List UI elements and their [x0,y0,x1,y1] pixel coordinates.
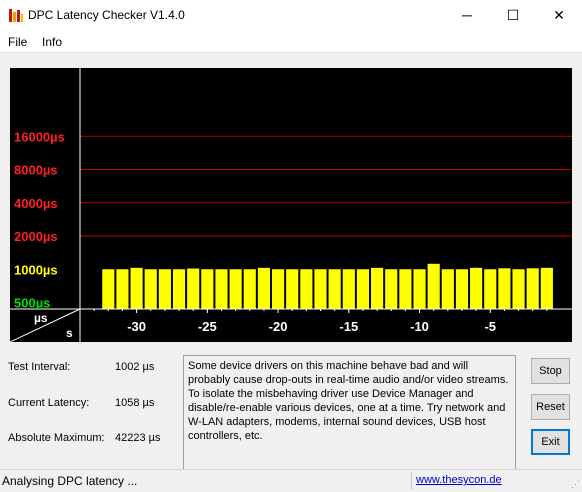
bar [158,269,171,309]
bar [470,267,483,309]
y-tick-label: 8000µs [14,163,58,178]
bar [257,267,270,309]
bar [215,269,228,309]
bar [413,269,426,309]
bar [526,268,539,309]
resize-grip-icon[interactable]: ⋰ [571,479,580,490]
bar [328,269,341,309]
bar [342,269,355,309]
close-button[interactable]: ✕ [536,0,582,30]
maximize-button[interactable]: ☐ [490,0,536,30]
bar [371,267,384,309]
x-tick-label: -15 [339,319,358,334]
bar [540,267,553,309]
menu-info[interactable]: Info [42,35,62,49]
bar [201,269,214,309]
bar [385,269,398,309]
bar [399,269,412,309]
latency-chart: 16000µs 8000µs 4000µs 2000µs 1000µs 500µs -30 -… [10,68,572,342]
bar [356,269,370,309]
exit-button[interactable]: Exit [531,429,570,455]
status-separator [411,472,412,490]
minimize-icon: ─ [462,7,472,23]
stop-button[interactable]: Stop [531,358,570,384]
bar [243,269,256,309]
close-icon: ✕ [553,6,565,23]
maximize-icon: ☐ [506,6,520,23]
bar [427,263,440,309]
bar [144,269,157,309]
y-tick-label: 1000µs [14,262,58,277]
current-latency-label: Current Latency: [8,397,90,409]
x-tick-label: -5 [484,319,496,334]
bar [314,269,327,309]
bar [130,267,143,309]
x-tick-label: -30 [127,319,146,334]
bar [512,269,525,309]
status-bar: Analysing DPC latency ... www.thesycon.d… [0,469,582,492]
diagnosis-message: Some device drivers on this machine beha… [183,355,516,482]
bar [441,269,454,309]
x-axis-unit-label: s [66,326,73,340]
bar [116,269,129,309]
bar [300,269,313,309]
bar [102,269,115,309]
bar [271,269,285,309]
y-tick-label: 500µs [14,296,50,311]
y-tick-label: 4000µs [14,196,58,211]
y-tick-label: 16000µs [14,129,65,144]
window-title: DPC Latency Checker V1.4.0 [28,8,185,22]
latency-chart-svg: 16000µs 8000µs 4000µs 2000µs 1000µs 500µs -30 -… [10,68,572,342]
bar [286,269,299,309]
title-bar[interactable]: DPC Latency Checker V1.4.0 ─ ☐ ✕ [0,0,582,30]
minimize-button[interactable]: ─ [444,0,490,30]
bar [484,269,497,309]
x-tick-label: -25 [198,319,217,334]
bar [187,268,200,309]
website-link[interactable]: www.thesycon.de [416,474,502,486]
bar [172,269,186,309]
x-tick-label: -10 [410,319,429,334]
y-tick-label: 2000µs [14,229,58,244]
test-interval-value: 1002 µs [115,361,155,373]
reset-button[interactable]: Reset [531,394,570,420]
menu-bar: File Info [0,30,582,53]
app-bars-icon [9,9,23,22]
bar [498,268,511,309]
bar [455,269,469,309]
absolute-maximum-value: 42223 µs [115,432,161,444]
current-latency-value: 1058 µs [115,397,155,409]
bar [229,269,242,309]
y-axis-unit-label: µs [34,311,48,325]
status-text: Analysing DPC latency ... [2,474,138,488]
menu-file[interactable]: File [8,35,27,49]
test-interval-label: Test Interval: [8,361,71,373]
x-tick-label: -20 [269,319,288,334]
absolute-maximum-label: Absolute Maximum: [8,432,105,444]
